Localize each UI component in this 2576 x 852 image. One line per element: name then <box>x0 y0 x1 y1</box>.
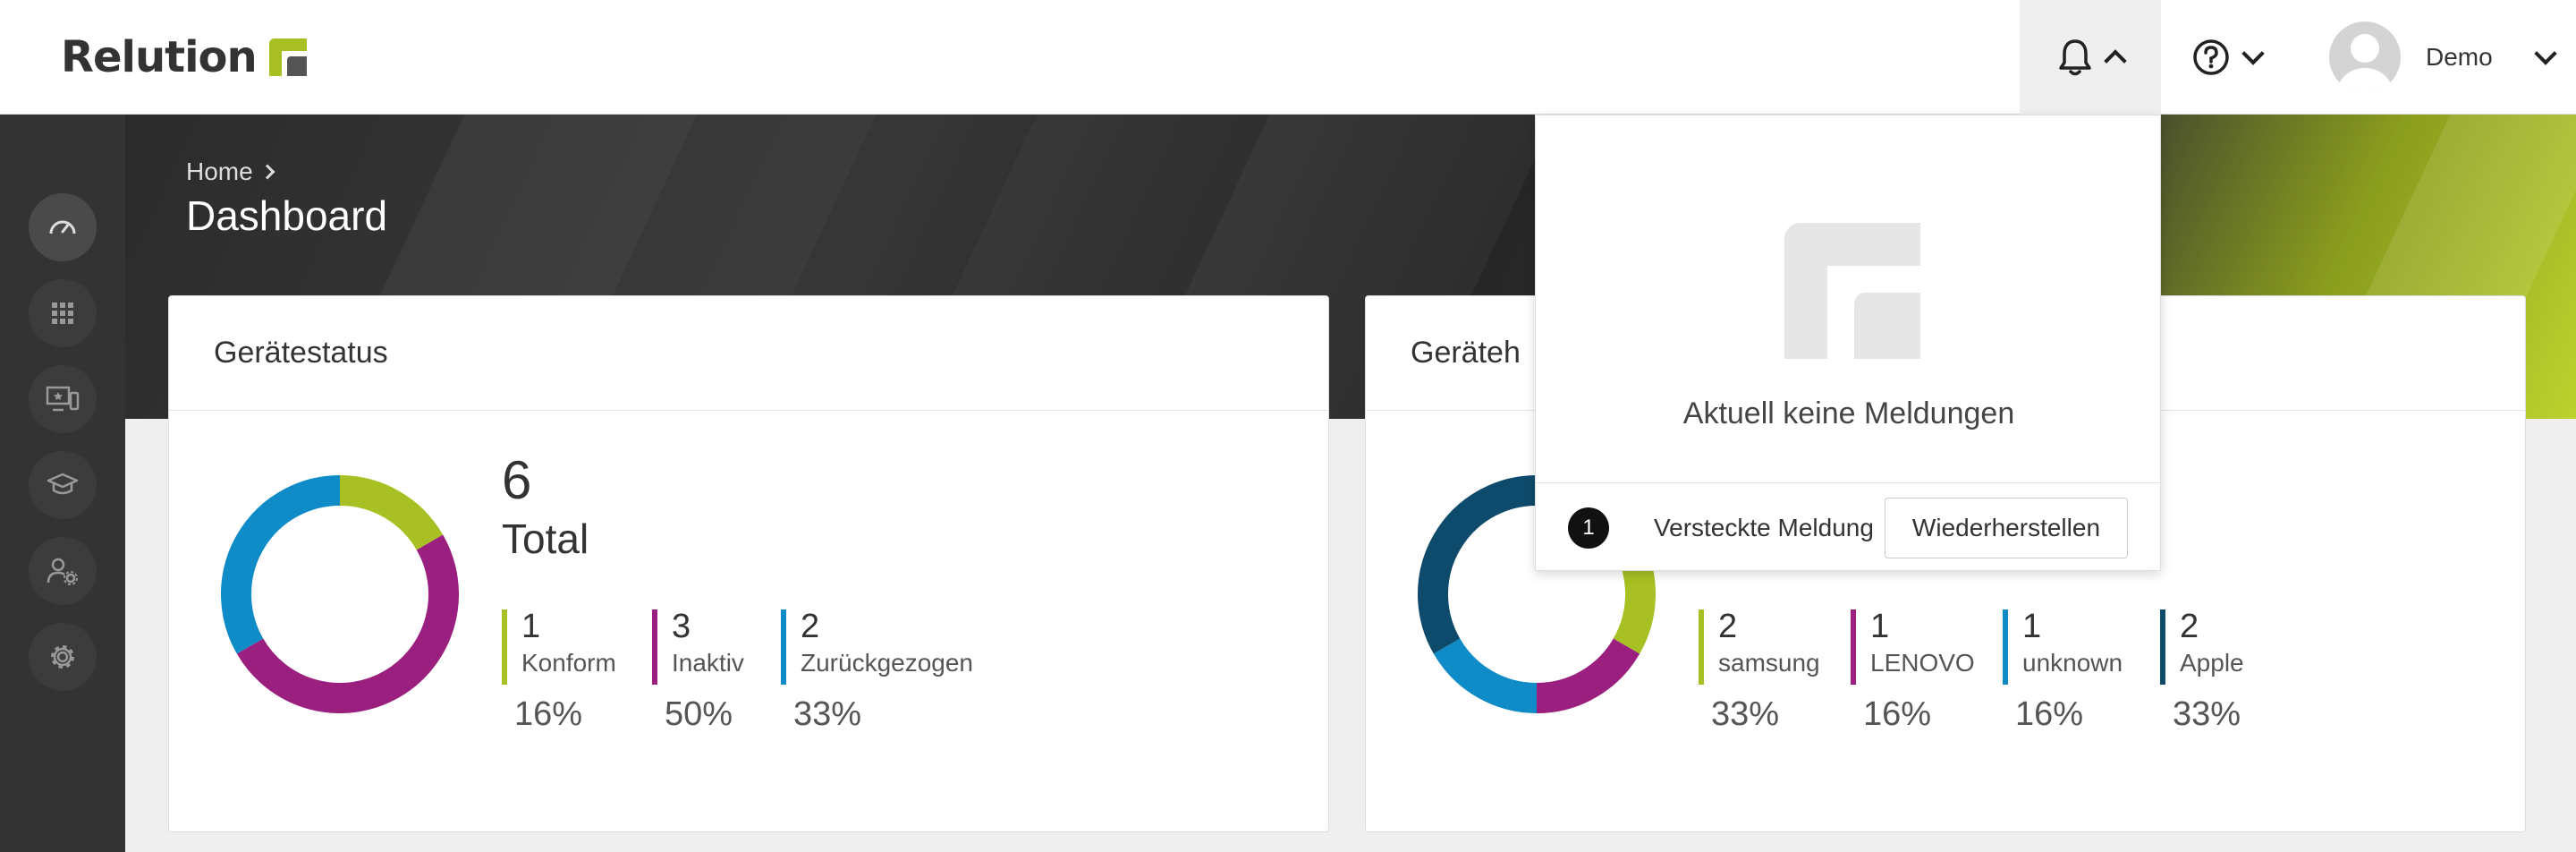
donut-slice-unknown <box>1433 638 1538 713</box>
device-status-donut-chart <box>221 475 459 713</box>
stat-label: LENOVO <box>1870 648 1975 677</box>
sidebar-item-education[interactable] <box>29 451 97 519</box>
breadcrumb: Home <box>186 158 275 186</box>
stat-inaktiv: 3 Inaktiv 50% <box>652 608 744 733</box>
donut-slice-konform <box>339 475 444 550</box>
stat-label: Zurückgezogen <box>801 648 974 677</box>
logo-mark-icon <box>268 38 307 76</box>
stat-percent: 50% <box>665 695 733 733</box>
total-label: Total <box>502 515 589 562</box>
hidden-count-badge: 1 <box>1568 507 1609 549</box>
stat-label: samsung <box>1718 648 1820 677</box>
stat-percent: 33% <box>793 695 862 733</box>
help-button[interactable] <box>2177 0 2275 115</box>
stat-count: 2 <box>2180 608 2199 645</box>
stat-count: 2 <box>801 608 820 645</box>
apps-grid-icon <box>52 302 73 324</box>
stat-count: 2 <box>1718 608 1738 645</box>
stat-count: 1 <box>1870 608 1890 645</box>
stat-label: Konform <box>521 648 616 677</box>
sidebar-item-users[interactable] <box>29 537 97 605</box>
breadcrumb-home[interactable]: Home <box>186 158 253 186</box>
user-menu-button[interactable]: Demo <box>2329 0 2562 115</box>
chevron-down-icon <box>2241 42 2265 65</box>
device-status-card: Gerätestatus 6 Total 1 Konform 16% 3 Ina… <box>168 295 1329 832</box>
relution-logo[interactable]: Relution <box>61 32 307 82</box>
total-number: 6 <box>502 450 532 510</box>
chevron-down-icon <box>2533 42 2557 65</box>
stat-apple: 2 Apple 33% <box>2160 608 2244 733</box>
notifications-empty-text: Aktuell keine Meldungen <box>1682 396 2015 430</box>
donut-slice-inaktiv <box>236 534 459 713</box>
donut-slice-lenovo <box>1536 638 1640 713</box>
chevron-up-icon <box>2104 49 2127 72</box>
help-icon <box>2193 39 2229 75</box>
donut-slice-zur-ckgezogen <box>221 475 341 654</box>
stat-label: unknown <box>2022 648 2123 677</box>
hidden-notifications-footer: 1 Versteckte Meldung Wiederherstellen <box>1536 482 2162 572</box>
stat-percent: 33% <box>2173 695 2241 733</box>
restore-button[interactable]: Wiederherstellen <box>1884 497 2129 558</box>
stat-count: 3 <box>672 608 691 645</box>
stat-label: Apple <box>2180 648 2244 677</box>
empty-notifications-logo-icon <box>1784 223 1920 359</box>
stat-label: Inaktiv <box>672 648 744 677</box>
user-name: Demo <box>2426 43 2493 71</box>
avatar <box>2329 21 2401 93</box>
stat-samsung: 2 samsung 33% <box>1699 608 1820 733</box>
education-icon <box>47 473 79 495</box>
bell-icon <box>2059 39 2091 76</box>
user-settings-icon <box>47 558 78 585</box>
sidebar-item-apps[interactable] <box>29 279 97 347</box>
stat-count: 1 <box>521 608 541 645</box>
stat-percent: 16% <box>2015 695 2084 733</box>
donut-slice-apple <box>1418 475 1538 654</box>
dashboard-icon <box>49 220 76 234</box>
logo-text: Relution <box>61 32 258 82</box>
card-title: Gerätestatus <box>169 296 1328 411</box>
chevron-right-icon <box>259 164 275 180</box>
sidebar-item-devices[interactable] <box>29 365 97 433</box>
stat-percent: 16% <box>1863 695 1932 733</box>
stat-konform: 1 Konform 16% <box>502 608 616 733</box>
stat-unknown: 1 unknown 16% <box>2003 608 2123 733</box>
stat-percent: 16% <box>514 695 583 733</box>
stat-count: 1 <box>2022 608 2042 645</box>
sidebar-item-dashboard[interactable] <box>29 193 97 261</box>
stat-percent: 33% <box>1711 695 1780 733</box>
page-title: Dashboard <box>186 192 388 239</box>
stat-zurueckgezogen: 2 Zurückgezogen 33% <box>781 608 974 733</box>
total-summary: 6 Total <box>502 454 589 563</box>
gear-icon <box>51 645 74 669</box>
hidden-notifications-text: Versteckte Meldung <box>1654 513 1874 541</box>
sidebar-item-settings[interactable] <box>29 623 97 691</box>
sidebar <box>0 115 125 852</box>
top-bar: Relution Demo <box>0 0 2576 115</box>
notifications-dropdown: Aktuell keine Meldungen 1 Versteckte Mel… <box>1535 115 2162 572</box>
notifications-button[interactable] <box>2020 0 2161 115</box>
stat-lenovo: 1 LENOVO 16% <box>1851 608 1975 733</box>
devices-icon <box>46 386 80 412</box>
